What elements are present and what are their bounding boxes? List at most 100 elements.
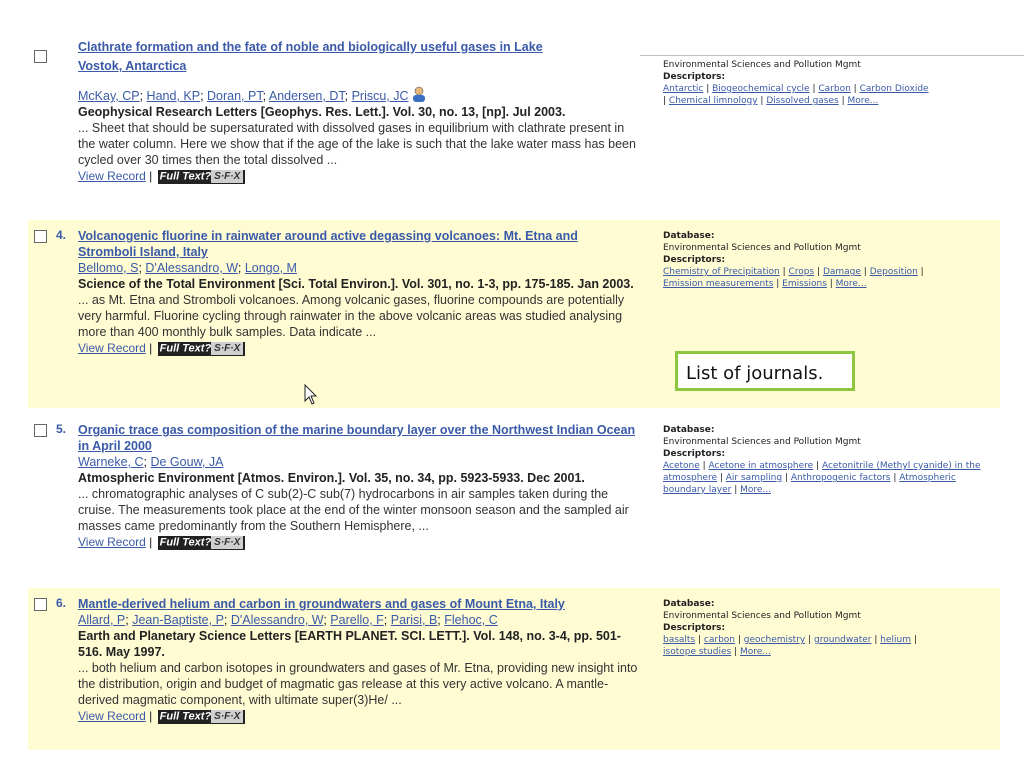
source: Science of the Total Environment [Sci. T… bbox=[78, 277, 634, 291]
database-label: Database: bbox=[663, 425, 715, 435]
descriptors-label: Descriptors: bbox=[663, 449, 726, 459]
descriptor-link[interactable]: Acetone bbox=[663, 461, 700, 471]
author-link[interactable]: Hand, KP bbox=[147, 89, 201, 103]
author-link[interactable]: McKay, CP bbox=[78, 89, 140, 103]
descriptor-link[interactable]: geochemistry bbox=[744, 635, 805, 645]
author-link[interactable]: Warneke, C bbox=[78, 455, 144, 469]
author-link[interactable]: Andersen, DT bbox=[269, 89, 345, 103]
descriptors-label: Descriptors: bbox=[663, 72, 726, 82]
full-text-button[interactable]: Full Text? S·F·X bbox=[157, 170, 246, 184]
source: Atmospheric Environment [Atmos. Environ.… bbox=[78, 471, 585, 485]
author-link[interactable]: Parello, F bbox=[330, 613, 384, 627]
descriptor-link[interactable]: Crops bbox=[788, 267, 814, 277]
select-checkbox[interactable] bbox=[34, 424, 47, 437]
title-link-cont[interactable]: Vostok, Antarctica bbox=[78, 59, 186, 73]
descriptor-link[interactable]: Carbon Dioxide bbox=[860, 84, 929, 94]
title-link[interactable]: Volcanogenic fluorine in rainwater aroun… bbox=[78, 229, 578, 259]
author-link[interactable]: Flehoc, C bbox=[444, 613, 498, 627]
descriptor-link[interactable]: Air sampling bbox=[726, 473, 782, 483]
descriptor-link[interactable]: Chemistry of Precipitation bbox=[663, 267, 780, 277]
snippet: ... Sheet that should be supersaturated … bbox=[78, 121, 636, 167]
author-link[interactable]: Priscu, JC bbox=[352, 89, 409, 103]
more-link[interactable]: More... bbox=[740, 485, 771, 495]
database-value: Environmental Sciences and Pollution Mgm… bbox=[663, 437, 861, 447]
descriptors-list: Chemistry of Precipitation | Crops | Dam… bbox=[663, 267, 924, 289]
sfx-logo: S·F·X bbox=[211, 536, 244, 550]
author-link[interactable]: D'Alessandro, W bbox=[231, 613, 323, 627]
descriptors-list: Antarctic | Biogeochemical cycle | Carbo… bbox=[663, 84, 929, 106]
authors: Bellomo, S; D'Alessandro, W; Longo, M bbox=[78, 261, 297, 275]
descriptor-link[interactable]: Acetone in atmosphere bbox=[709, 461, 814, 471]
descriptors-list: basalts | carbon | geochemistry | ground… bbox=[663, 635, 917, 657]
sfx-logo: S·F·X bbox=[211, 342, 244, 356]
separator: | bbox=[149, 169, 153, 183]
descriptor-link[interactable]: Damage bbox=[823, 267, 861, 277]
descriptor-link[interactable]: Carbon bbox=[818, 84, 850, 94]
descriptor-link[interactable]: Anthropogenic factors bbox=[791, 473, 891, 483]
descriptors-label: Descriptors: bbox=[663, 255, 726, 265]
view-record-link[interactable]: View Record bbox=[78, 169, 146, 183]
record-links: View Record | Full Text? S·F·X bbox=[78, 534, 638, 550]
result-title[interactable]: Clathrate formation and the fate of nobl… bbox=[78, 40, 638, 80]
title-link[interactable]: Mantle-derived helium and carbon in grou… bbox=[78, 597, 565, 611]
descriptor-link[interactable]: helium bbox=[880, 635, 911, 645]
more-link[interactable]: More... bbox=[740, 647, 771, 657]
separator: | bbox=[149, 535, 153, 549]
view-record-link[interactable]: View Record bbox=[78, 535, 146, 549]
result-number: 4. bbox=[56, 228, 67, 242]
title-link[interactable]: Organic trace gas composition of the mar… bbox=[78, 423, 635, 453]
authors: Warneke, C; De Gouw, JA bbox=[78, 455, 224, 469]
sfx-logo: S·F·X bbox=[211, 710, 244, 724]
select-checkbox[interactable] bbox=[34, 598, 47, 611]
author-link[interactable]: Parisi, B bbox=[391, 613, 438, 627]
author-link[interactable]: De Gouw, JA bbox=[150, 455, 223, 469]
source: Geophysical Research Letters [Geophys. R… bbox=[78, 105, 566, 119]
database-value: Environmental Sciences and Pollution Mgm… bbox=[663, 243, 861, 253]
database-value: Environmental Sciences and Pollution Mgm… bbox=[663, 611, 861, 621]
descriptor-link[interactable]: isotope studies bbox=[663, 647, 731, 657]
result-item-3: Clathrate formation and the fate of nobl… bbox=[28, 40, 1000, 208]
full-text-button[interactable]: Full Text? S·F·X bbox=[157, 342, 246, 356]
author-link[interactable]: Bellomo, S bbox=[78, 261, 138, 275]
author-link[interactable]: Longo, M bbox=[245, 261, 297, 275]
result-title: Organic trace gas composition of the mar… bbox=[78, 422, 638, 454]
result-item-5: 5. Organic trace gas composition of the … bbox=[28, 414, 1000, 580]
descriptor-link[interactable]: carbon bbox=[704, 635, 735, 645]
descriptor-link[interactable]: Emissions bbox=[782, 279, 827, 289]
mouse-cursor-icon bbox=[304, 384, 318, 405]
descriptor-link[interactable]: Emission measurements bbox=[663, 279, 773, 289]
view-record-link[interactable]: View Record bbox=[78, 709, 146, 723]
database-label: Database: bbox=[663, 231, 715, 241]
descriptors-label: Descriptors: bbox=[663, 623, 726, 633]
full-text-button[interactable]: Full Text? S·F·X bbox=[157, 710, 246, 724]
title-link[interactable]: Clathrate formation and the fate of nobl… bbox=[78, 40, 543, 54]
full-text-button[interactable]: Full Text? S·F·X bbox=[157, 536, 246, 550]
select-checkbox[interactable] bbox=[34, 230, 47, 243]
authors: McKay, CP; Hand, KP; Doran, PT; Andersen… bbox=[78, 86, 638, 104]
descriptor-link[interactable]: Biogeochemical cycle bbox=[712, 84, 809, 94]
database-value: Environmental Sciences and Pollution Mgm… bbox=[663, 60, 861, 70]
author-link[interactable]: Jean-Baptiste, P bbox=[132, 613, 224, 627]
descriptor-link[interactable]: Dissolved gases bbox=[766, 96, 838, 106]
descriptor-link[interactable]: Antarctic bbox=[663, 84, 703, 94]
author-link[interactable]: D'Alessandro, W bbox=[145, 261, 237, 275]
descriptor-link[interactable]: basalts bbox=[663, 635, 695, 645]
result-title: Volcanogenic fluorine in rainwater aroun… bbox=[78, 228, 638, 260]
snippet: ... both helium and carbon isotopes in g… bbox=[78, 661, 638, 707]
database-label: Database: bbox=[663, 599, 715, 609]
author-link[interactable]: Allard, P bbox=[78, 613, 125, 627]
record-links: View Record | Full Text? S·F·X bbox=[78, 708, 638, 724]
result-title: Mantle-derived helium and carbon in grou… bbox=[78, 596, 638, 612]
snippet: ... as Mt. Etna and Stromboli volcanoes.… bbox=[78, 293, 625, 339]
person-icon bbox=[413, 86, 425, 102]
view-record-link[interactable]: View Record bbox=[78, 341, 146, 355]
author-link[interactable]: Doran, PT bbox=[207, 89, 263, 103]
more-link[interactable]: More... bbox=[836, 279, 867, 289]
descriptor-link[interactable]: groundwater bbox=[814, 635, 872, 645]
record-links: View Record | Full Text? S·F·X bbox=[78, 340, 638, 356]
descriptor-link[interactable]: Deposition bbox=[870, 267, 918, 277]
more-link[interactable]: More... bbox=[848, 96, 879, 106]
select-checkbox[interactable] bbox=[34, 50, 47, 63]
record-links: View Record | Full Text? S·F·X bbox=[78, 168, 638, 184]
descriptor-link[interactable]: Chemical limnology bbox=[669, 96, 758, 106]
